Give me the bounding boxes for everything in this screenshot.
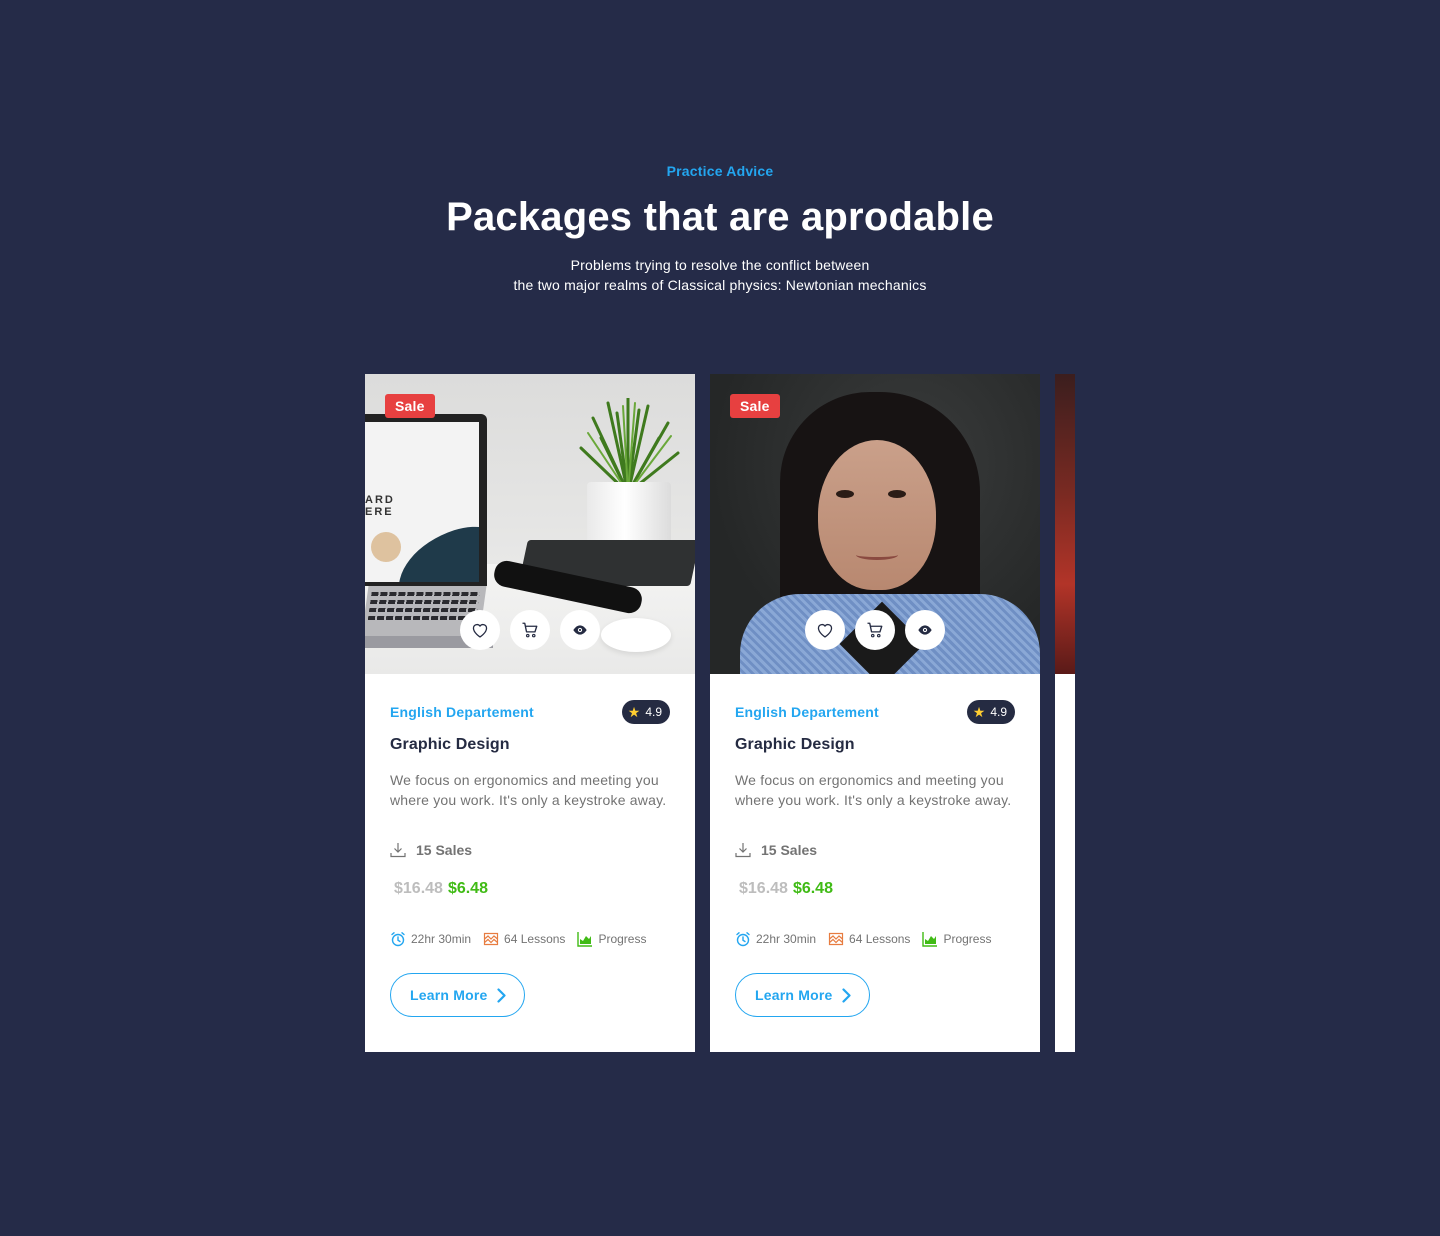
card-top-row: English Departement ★ 4.9: [390, 700, 670, 724]
course-card-partial[interactable]: [1055, 374, 1075, 1052]
eye-icon: [573, 625, 587, 635]
course-meta: 22hr 30min 64 Lessons Progress: [390, 931, 646, 947]
old-price: $16.48: [394, 880, 443, 897]
card-actions: [805, 610, 945, 650]
course-card[interactable]: ARD ERE Sale English Departement ★ 4.9 G…: [365, 374, 695, 1052]
progress-text: Progress: [598, 932, 647, 946]
learn-more-button[interactable]: Learn More: [735, 973, 871, 1017]
subtitle-line-2: the two major realms of Classical physic…: [513, 277, 927, 293]
progress-meta: Progress: [577, 931, 646, 947]
section-title: Packages that are aprodable: [446, 195, 994, 239]
star-icon: ★: [627, 704, 641, 720]
duration-text: 22hr 30min: [411, 932, 472, 946]
sale-badge: Sale: [730, 394, 780, 418]
course-title[interactable]: Graphic Design: [735, 736, 855, 754]
packages-section: Practice Advice Packages that are aproda…: [0, 0, 1440, 1236]
department-link[interactable]: English Departement: [735, 704, 879, 720]
lessons-meta: 64 Lessons: [828, 931, 910, 947]
chart-icon: [922, 932, 938, 947]
cart-icon: [867, 622, 883, 638]
duration-text: 22hr 30min: [756, 932, 817, 946]
new-price: $6.48: [447, 880, 488, 897]
subtitle-line-1: Problems trying to resolve the conflict …: [570, 257, 870, 273]
chevron-right-icon: [842, 987, 852, 1003]
rating-value: 4.9: [645, 705, 662, 719]
price-row: $16.48 $6.48: [394, 880, 488, 898]
download-icon: [735, 843, 751, 858]
duration-meta: 22hr 30min: [735, 931, 816, 947]
learn-more-button[interactable]: Learn More: [390, 973, 526, 1017]
alarm-icon: [391, 932, 405, 947]
lessons-text: 64 Lessons: [504, 932, 566, 946]
learn-more-label: Learn More: [410, 987, 488, 1003]
lessons-icon: [483, 932, 499, 946]
heart-icon: [472, 623, 488, 638]
new-price: $6.48: [792, 880, 833, 897]
learn-more-label: Learn More: [755, 987, 833, 1003]
laptop-screen-text: ARD ERE: [365, 494, 395, 518]
rating-badge: ★ 4.9: [966, 700, 1015, 724]
old-price: $16.48: [739, 880, 788, 897]
sales-text: 15 Sales: [416, 842, 473, 858]
card-top-row: English Departement ★ 4.9: [735, 700, 1015, 724]
add-to-cart-button[interactable]: [855, 610, 895, 650]
rating-value: 4.9: [990, 705, 1007, 719]
progress-text: Progress: [943, 932, 992, 946]
star-icon: ★: [972, 704, 986, 720]
chevron-right-icon: [497, 987, 507, 1003]
lessons-meta: 64 Lessons: [483, 931, 565, 947]
quick-view-button[interactable]: [905, 610, 945, 650]
sales-count: 15 Sales: [735, 842, 817, 858]
eye-icon: [918, 625, 932, 635]
heart-icon: [817, 623, 833, 638]
course-description: We focus on ergonomics and meeting you w…: [735, 772, 1012, 808]
wishlist-button[interactable]: [805, 610, 845, 650]
progress-meta: Progress: [922, 931, 991, 947]
card-actions: [460, 610, 600, 650]
rating-badge: ★ 4.9: [621, 700, 670, 724]
sales-text: 15 Sales: [761, 842, 818, 858]
cart-icon: [522, 622, 538, 638]
download-icon: [390, 843, 406, 858]
chart-icon: [577, 932, 593, 947]
course-description: We focus on ergonomics and meeting you w…: [390, 772, 667, 808]
course-image-desk: ARD ERE Sale: [365, 374, 695, 674]
sales-count: 15 Sales: [390, 842, 472, 858]
section-subtitle: Problems trying to resolve the conflict …: [0, 255, 1440, 295]
alarm-icon: [736, 932, 750, 947]
lessons-text: 64 Lessons: [849, 932, 911, 946]
course-image-portrait: Sale: [710, 374, 1040, 674]
duration-meta: 22hr 30min: [390, 931, 471, 947]
wishlist-button[interactable]: [460, 610, 500, 650]
lessons-icon: [828, 932, 844, 946]
course-image-partial: [1055, 374, 1075, 674]
course-meta: 22hr 30min 64 Lessons Progress: [735, 931, 991, 947]
course-title[interactable]: Graphic Design: [390, 736, 510, 754]
add-to-cart-button[interactable]: [510, 610, 550, 650]
price-row: $16.48 $6.48: [739, 880, 833, 898]
section-eyebrow: Practice Advice: [666, 163, 774, 179]
course-card[interactable]: Sale English Departement ★ 4.9 Graphic D…: [710, 374, 1040, 1052]
sale-badge: Sale: [385, 394, 435, 418]
department-link[interactable]: English Departement: [390, 704, 534, 720]
quick-view-button[interactable]: [560, 610, 600, 650]
